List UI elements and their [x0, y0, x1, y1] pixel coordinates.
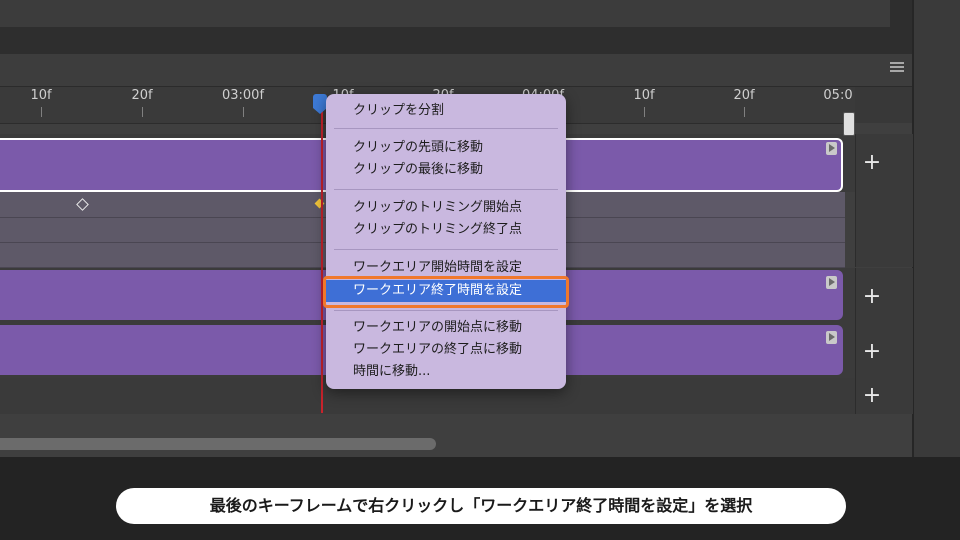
top-divider-strip	[0, 27, 912, 54]
horizontal-scrollbar[interactable]	[0, 438, 436, 450]
tutorial-caption: 最後のキーフレームで右クリックし「ワークエリア終了時間を設定」を選択	[116, 488, 846, 524]
highlight-callout-box	[323, 276, 569, 308]
ruler-label: 03:00f	[221, 88, 265, 103]
add-track-button[interactable]: +	[862, 286, 882, 308]
top-area	[0, 0, 890, 27]
ruler-label: 20f	[733, 88, 755, 103]
menu-separator	[334, 189, 558, 190]
ruler-tick	[142, 107, 143, 117]
right-side-panel	[912, 0, 960, 457]
track-add-column	[855, 192, 913, 267]
clip-expand-icon[interactable]	[826, 276, 837, 289]
menu-item-trim-end[interactable]: クリップのトリミング終了点	[326, 219, 566, 241]
menu-item-split-clip[interactable]: クリップを分割	[326, 100, 566, 122]
ruler-label: 05:0	[823, 88, 853, 103]
ruler-tick	[41, 107, 42, 117]
menu-item-go-clip-end[interactable]: クリップの最後に移動	[326, 159, 566, 181]
timeline-panel-header	[0, 54, 912, 87]
add-track-button[interactable]: +	[862, 341, 882, 363]
menu-item-go-work-area-end[interactable]: ワークエリアの終了点に移動	[326, 339, 566, 361]
ruler-tick	[744, 107, 745, 117]
ruler-label: 20f	[131, 88, 153, 103]
top-right-strip	[890, 0, 912, 54]
ruler-label: 10f	[30, 88, 52, 103]
clip-expand-icon[interactable]	[826, 142, 837, 155]
add-track-button[interactable]: +	[862, 152, 882, 174]
menu-item-go-work-area-start[interactable]: ワークエリアの開始点に移動	[326, 317, 566, 339]
ruler-right-area	[855, 87, 912, 123]
menu-item-go-clip-start[interactable]: クリップの先頭に移動	[326, 137, 566, 159]
add-track-button[interactable]: +	[862, 385, 882, 407]
menu-separator	[334, 310, 558, 311]
menu-item-trim-start[interactable]: クリップのトリミング開始点	[326, 197, 566, 219]
work-area-end-handle[interactable]	[843, 112, 855, 136]
panel-menu-icon[interactable]	[890, 62, 904, 76]
clip-expand-icon[interactable]	[826, 331, 837, 344]
playhead-handle-icon[interactable]	[313, 94, 327, 114]
playhead-line[interactable]	[321, 95, 323, 413]
menu-separator	[334, 249, 558, 250]
menu-separator	[334, 128, 558, 129]
ruler-tick	[644, 107, 645, 117]
ruler-tick	[243, 107, 244, 117]
ruler-label: 10f	[633, 88, 655, 103]
menu-item-go-to-time[interactable]: 時間に移動...	[326, 361, 566, 383]
